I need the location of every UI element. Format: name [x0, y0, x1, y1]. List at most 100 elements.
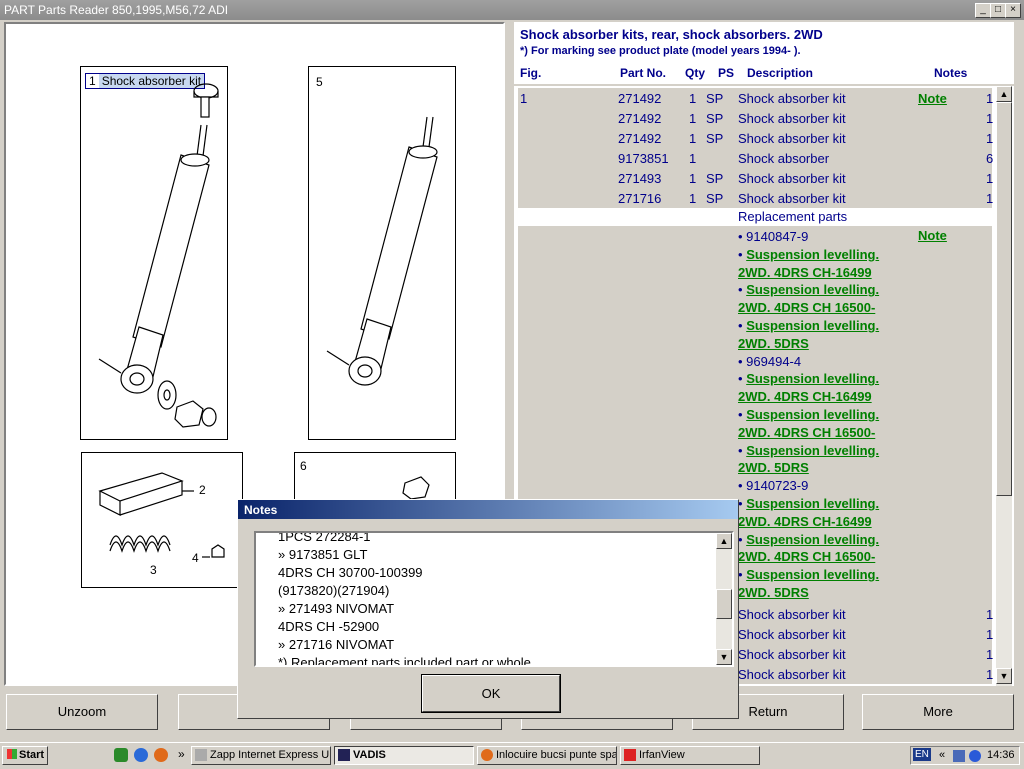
scroll-thumb[interactable]	[996, 102, 1012, 496]
cell-count: 1	[986, 111, 994, 126]
maximize-button[interactable]: □	[990, 3, 1006, 18]
notes-line: » 271716 NIVOMAT	[278, 637, 395, 652]
suspension-link[interactable]: Suspension levelling.	[746, 318, 879, 333]
suspension-link[interactable]: Suspension levelling.	[746, 443, 879, 458]
scroll-up-button[interactable]: ▲	[996, 86, 1012, 102]
table-row[interactable]: 271716 1 SP Shock absorber kit 1	[518, 188, 993, 208]
suspension-link-cont[interactable]: 2WD. 4DRS CH-16499	[738, 388, 879, 406]
cell-description: Shock absorber	[738, 151, 830, 166]
cell-description: Shock absorber kit	[738, 607, 846, 622]
cell-count: 1	[986, 647, 994, 662]
page-title: Shock absorber kits, rear, shock absorbe…	[520, 27, 823, 42]
tray-app-icon[interactable]	[969, 750, 981, 762]
replacement-note-link[interactable]: Note	[918, 228, 947, 243]
column-partno: Part No.	[620, 66, 667, 80]
notes-line: 4DRS CH 30700-100399	[278, 565, 423, 580]
suspension-link-cont[interactable]: 2WD. 4DRS CH 16500-	[738, 299, 879, 317]
table-row[interactable]: 9173851 1 Shock absorber 6	[518, 148, 993, 168]
start-label: Start	[19, 749, 45, 761]
suspension-link-cont[interactable]: 2WD. 5DRS	[738, 335, 879, 353]
table-row[interactable]: 271492 1 SP Shock absorber kit 1	[518, 128, 994, 148]
figure-1[interactable]: 1 Shock absorber kit	[80, 66, 228, 440]
close-button[interactable]: ×	[1005, 3, 1021, 18]
more-button[interactable]: More	[862, 694, 1014, 730]
taskbar-item-irfanview[interactable]: IrfanView	[620, 746, 760, 765]
cell-ps: SP	[706, 131, 724, 146]
taskbar-item-zapp[interactable]: Zapp Internet Express U...	[191, 746, 331, 765]
cell-partno: 271492	[618, 91, 662, 106]
cell-count: 1	[986, 91, 994, 106]
note-link[interactable]: Note	[918, 91, 947, 106]
suspension-link-cont[interactable]: 2WD. 5DRS	[738, 459, 879, 477]
ok-button[interactable]: OK	[421, 674, 561, 713]
app-icon	[481, 749, 493, 761]
suspension-link[interactable]: Suspension levelling.	[746, 282, 879, 297]
cell-ps: SP	[706, 111, 724, 126]
firefox-icon[interactable]	[154, 748, 168, 762]
suspension-link-cont[interactable]: 2WD. 4DRS CH 16500-	[738, 424, 879, 442]
suspension-link[interactable]: Suspension levelling.	[746, 407, 879, 422]
unzoom-button[interactable]: Unzoom	[6, 694, 158, 730]
replacement-parts-header: Replacement parts	[518, 206, 992, 226]
figure-5[interactable]: 5	[308, 66, 456, 440]
cell-partno: 271493	[618, 171, 662, 186]
notes-line: » 271493 NIVOMAT	[278, 601, 395, 616]
column-ps: PS	[718, 66, 735, 80]
app-icon	[624, 749, 636, 761]
scroll-down-button[interactable]: ▼	[996, 668, 1012, 684]
figure-3-number: 3	[150, 563, 157, 577]
cell-partno: 271492	[618, 111, 662, 126]
notes-text-area[interactable]: 1PCS 272284-1 » 9173851 GLT 4DRS CH 30700-…	[254, 531, 734, 667]
suspension-link[interactable]: Suspension levelling.	[746, 532, 879, 547]
taskbar-item-firefox[interactable]: Inlocuire bucsi punte spa...	[477, 746, 617, 765]
bullet: •	[738, 371, 743, 387]
network-icon[interactable]	[953, 750, 965, 762]
window-titlebar: PART Parts Reader 850,1995,M56,72 ADI _ …	[0, 0, 1024, 20]
quicklaunch-chevron-icon[interactable]: »	[178, 747, 185, 761]
ie-icon[interactable]	[134, 748, 148, 762]
cell-description: Shock absorber kit	[738, 191, 846, 206]
suspension-link-cont[interactable]: 2WD. 5DRS	[738, 584, 879, 602]
parts-list-scrollbar[interactable]: ▲ ▼	[996, 86, 1012, 686]
cell-count: 1	[986, 131, 994, 146]
cell-partno: 271492	[618, 131, 662, 146]
suspension-link[interactable]: Suspension levelling.	[746, 567, 879, 582]
minimize-button[interactable]: _	[975, 3, 991, 18]
notes-scroll-down[interactable]: ▼	[716, 649, 732, 665]
cell-partno: 271716	[618, 191, 662, 206]
notes-line: 1PCS 272284-1	[278, 531, 371, 544]
suspension-link[interactable]: Suspension levelling.	[746, 371, 879, 386]
table-row[interactable]: 271492 1 SP Shock absorber kit 1	[518, 108, 994, 128]
start-button[interactable]: Start	[2, 746, 48, 765]
dialog-title: Notes	[244, 503, 278, 517]
figure-kit-parts[interactable]: 2 3 4	[81, 452, 243, 588]
replacement-part-1: • 9140847-9	[738, 229, 809, 244]
table-row[interactable]: 271493 1 SP Shock absorber kit 1	[518, 168, 993, 188]
suspension-link-cont[interactable]: 2WD. 4DRS CH 16500-	[738, 548, 879, 566]
clock[interactable]: 14:36	[987, 749, 1015, 761]
cell-description: Shock absorber kit	[738, 111, 846, 126]
cell-qty: 1	[689, 191, 697, 206]
cell-description: Shock absorber kit	[738, 667, 846, 682]
suspension-link-cont[interactable]: 2WD. 4DRS CH-16499	[738, 264, 879, 282]
taskbar-item-label: IrfanView	[639, 749, 685, 761]
cell-qty: 1	[689, 171, 697, 186]
cell-fig: 1	[520, 91, 528, 106]
page-subtitle: *) For marking see product plate (model …	[520, 45, 801, 57]
taskbar-item-vadis[interactable]: VADIS	[334, 746, 474, 765]
notes-scroll-thumb[interactable]	[716, 589, 732, 619]
suspension-link[interactable]: Suspension levelling.	[746, 496, 879, 511]
language-indicator[interactable]: EN	[913, 748, 931, 761]
tray-chevron-icon[interactable]: «	[939, 749, 945, 761]
suspension-link[interactable]: Suspension levelling.	[746, 247, 879, 262]
quicklaunch-icon-1[interactable]	[114, 748, 128, 762]
notes-scrollbar[interactable]: ▲ ▼	[716, 533, 732, 665]
bullet: •	[738, 406, 743, 422]
suspension-link-cont[interactable]: 2WD. 4DRS CH-16499	[738, 513, 879, 531]
system-tray: EN « 14:36	[910, 746, 1020, 765]
cell-description: Shock absorber kit	[738, 131, 846, 146]
table-row[interactable]: 1 271492 1 SP Shock absorber kit 1 Note	[518, 88, 994, 108]
notes-scroll-up[interactable]: ▲	[716, 533, 732, 549]
cell-ps: SP	[706, 191, 724, 206]
cell-partno: 9173851	[618, 151, 669, 166]
